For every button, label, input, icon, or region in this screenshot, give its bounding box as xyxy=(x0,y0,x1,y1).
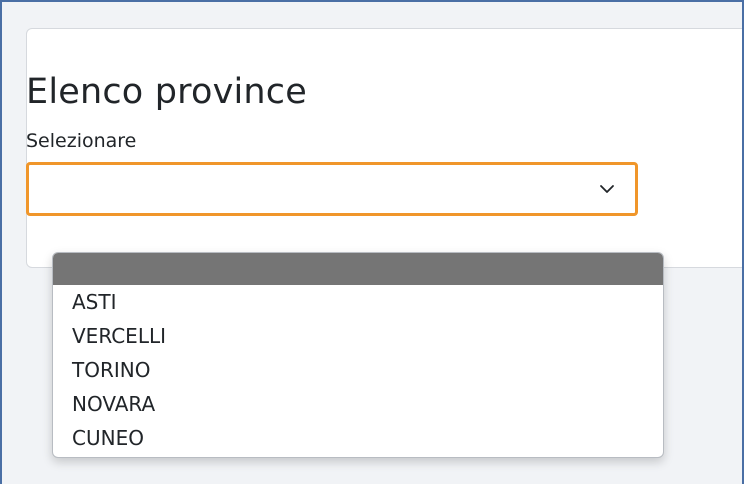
province-select[interactable] xyxy=(26,162,638,216)
option-empty[interactable] xyxy=(53,253,663,285)
option-torino[interactable]: TORINO xyxy=(53,353,663,387)
province-dropdown-list: ASTI VERCELLI TORINO NOVARA CUNEO xyxy=(52,252,664,458)
select-label: Selezionare xyxy=(26,130,137,152)
chevron-down-icon xyxy=(600,185,614,193)
option-vercelli[interactable]: VERCELLI xyxy=(53,319,663,353)
option-asti[interactable]: ASTI xyxy=(53,285,663,319)
page-title: Elenco province xyxy=(26,72,307,112)
option-novara[interactable]: NOVARA xyxy=(53,387,663,421)
option-cuneo[interactable]: CUNEO xyxy=(53,421,663,455)
